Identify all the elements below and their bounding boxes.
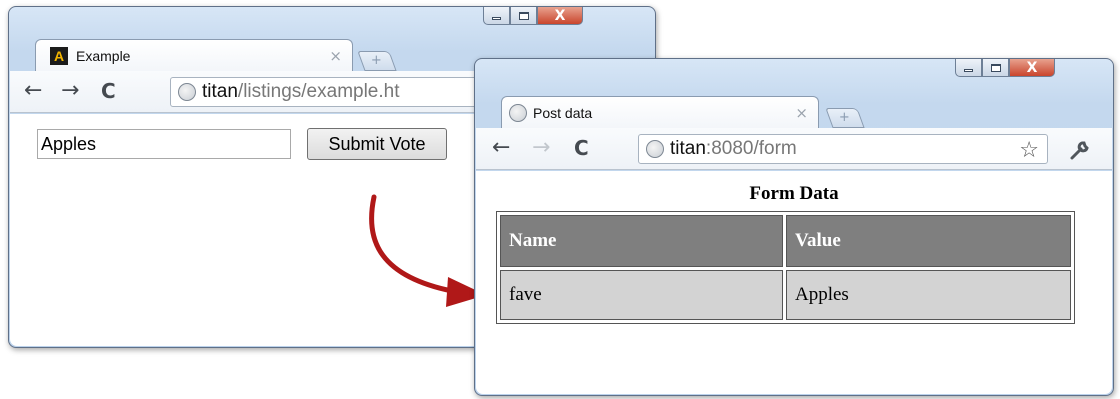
cell-value: Apples xyxy=(786,270,1071,320)
table-header-row: Name Value xyxy=(500,215,1071,267)
cell-name: fave xyxy=(500,270,783,320)
reload-button[interactable]: C xyxy=(574,135,589,161)
new-tab-button[interactable]: + xyxy=(825,108,865,128)
address-bar[interactable]: titan:8080/form ☆ xyxy=(638,134,1048,164)
url-path: /listings/example.ht xyxy=(237,81,400,102)
tab-close-icon[interactable]: × xyxy=(329,47,342,65)
new-tab-icon: + xyxy=(370,53,382,68)
new-tab-icon: + xyxy=(838,110,850,125)
tab-close-icon[interactable]: × xyxy=(795,104,808,122)
window-controls: X xyxy=(955,59,1055,77)
tab-title: Example xyxy=(76,47,131,64)
minimize-button[interactable] xyxy=(955,59,982,77)
page-content: Form Data Name Value fave Apples xyxy=(476,171,1112,394)
form-data-table: Name Value fave Apples xyxy=(496,211,1075,324)
maximize-icon xyxy=(990,63,1001,72)
maximize-button[interactable] xyxy=(510,7,537,25)
toolbar: ← → C titan:8080/form ☆ xyxy=(476,128,1112,170)
window-controls: X xyxy=(483,7,583,25)
maximize-button[interactable] xyxy=(982,59,1009,77)
close-icon: X xyxy=(554,7,566,24)
forward-button[interactable]: → xyxy=(61,78,79,104)
forward-button: → xyxy=(532,135,551,160)
tab-post-data[interactable]: Post data × xyxy=(501,96,819,128)
close-icon: X xyxy=(1026,59,1038,76)
minimize-button[interactable] xyxy=(483,7,510,25)
back-button[interactable]: ← xyxy=(24,78,42,104)
table-row: fave Apples xyxy=(500,270,1071,320)
minimize-icon xyxy=(492,16,501,20)
header-name: Name xyxy=(500,215,783,267)
vote-input[interactable] xyxy=(37,129,291,159)
star-icon[interactable]: ☆ xyxy=(1019,138,1039,163)
globe-icon xyxy=(178,83,196,101)
url-path: :8080/form xyxy=(705,138,797,159)
form-data-caption: Form Data xyxy=(749,183,839,204)
tab-example[interactable]: A Example × xyxy=(35,39,353,71)
maximize-icon xyxy=(518,11,529,20)
arrow-curve xyxy=(369,194,455,294)
globe-icon xyxy=(509,103,527,122)
close-window-button[interactable]: X xyxy=(537,7,583,25)
new-tab-button[interactable]: + xyxy=(357,51,397,71)
url-host: titan xyxy=(202,81,238,102)
tab-title: Post data xyxy=(533,104,593,121)
reload-button[interactable]: C xyxy=(101,78,116,104)
back-button[interactable]: ← xyxy=(492,135,510,161)
wrench-icon[interactable] xyxy=(1068,138,1092,162)
url-host: titan xyxy=(670,138,706,159)
header-value: Value xyxy=(786,215,1071,267)
minimize-icon xyxy=(964,68,973,72)
submit-vote-button[interactable]: Submit Vote xyxy=(307,128,447,160)
close-window-button[interactable]: X xyxy=(1009,59,1055,77)
browser-window-post-data: X Post data × + ← → C titan:8080/form ☆ … xyxy=(474,58,1114,396)
globe-icon xyxy=(646,140,664,158)
favicon-icon: A xyxy=(50,46,68,65)
